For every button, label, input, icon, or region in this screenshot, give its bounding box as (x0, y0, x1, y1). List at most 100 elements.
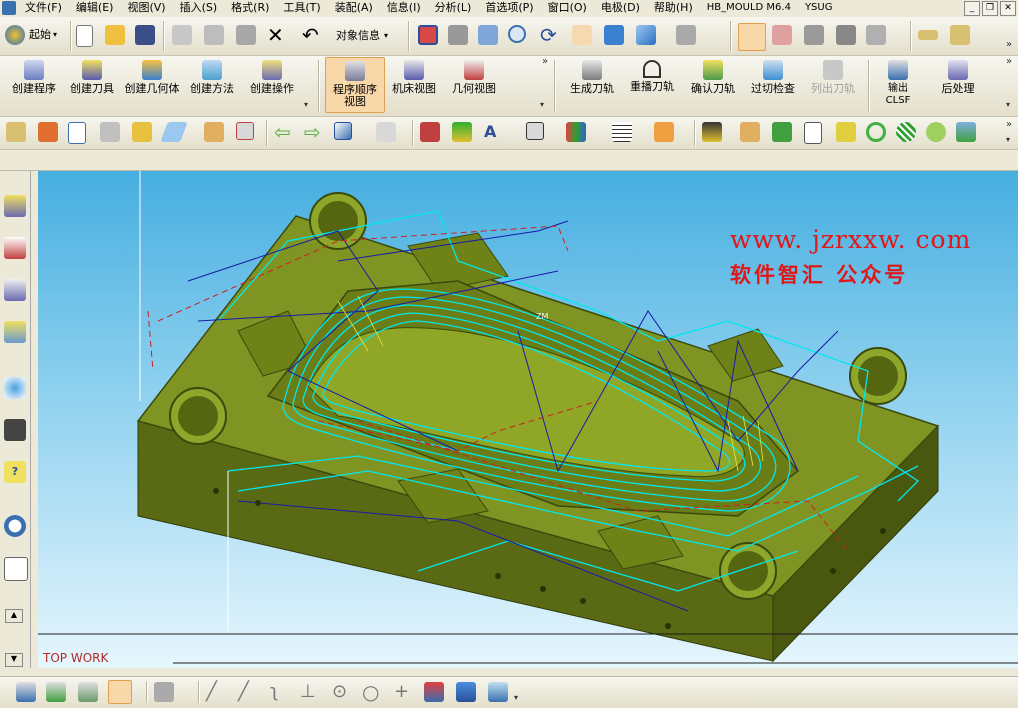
mould-base-button[interactable] (772, 122, 792, 142)
minimize-icon[interactable]: _ (964, 1, 980, 16)
line-endpoint-button[interactable]: ╱ (238, 682, 249, 702)
circle-tool-button[interactable] (866, 122, 886, 142)
circle-button[interactable]: ○ (362, 682, 379, 702)
electrode-button[interactable] (740, 122, 760, 142)
list-button[interactable] (100, 122, 120, 142)
create-method-button[interactable]: 创建方法 (183, 60, 241, 95)
snap-point-button[interactable] (108, 680, 132, 704)
back-button[interactable]: ⇦ (274, 122, 291, 142)
shaded-view-button[interactable] (604, 25, 624, 45)
document-button[interactable] (68, 122, 86, 144)
measure-distance-button[interactable] (6, 122, 26, 142)
bom-button[interactable] (836, 122, 856, 142)
table-button[interactable] (612, 122, 632, 142)
create-operation-button[interactable]: 创建操作 (243, 60, 301, 95)
layer-move-button[interactable] (78, 682, 98, 702)
palette-button[interactable] (566, 122, 586, 142)
arc-center-button[interactable]: ⊙ (332, 682, 347, 702)
surface-point-button[interactable] (488, 682, 508, 702)
paste-button[interactable] (236, 25, 256, 45)
history-icon[interactable] (4, 515, 26, 537)
training-icon[interactable] (4, 419, 26, 441)
open-file-button[interactable] (105, 25, 125, 45)
menu-info[interactable]: 信息(I) (380, 0, 428, 16)
create-program-button[interactable]: 创建程序 (4, 60, 64, 95)
output-clsf-button[interactable]: 输出CLSF (876, 60, 920, 107)
block-button[interactable] (334, 122, 352, 140)
create-tool-button[interactable]: 创建刀具 (64, 60, 120, 95)
menu-format[interactable]: 格式(R) (224, 0, 276, 16)
zoom-button[interactable] (508, 25, 526, 43)
chevron-down-icon[interactable]: ▾ (1006, 100, 1010, 109)
stripe-tool-button[interactable] (896, 122, 916, 142)
toolbar-overflow-icon[interactable]: » (1006, 56, 1012, 67)
postprocess-button[interactable]: 后处理 (930, 60, 986, 95)
snap-button[interactable] (772, 25, 792, 45)
layer-button[interactable] (836, 25, 856, 45)
reuse-library-icon[interactable] (4, 321, 26, 343)
forward-button[interactable]: ⇨ (304, 122, 321, 142)
graphics-window[interactable]: ZM www. jzrxxw. com 软件智汇 公众号 TOP WORK (38, 171, 1018, 668)
menu-tools[interactable]: 工具(T) (276, 0, 327, 16)
object-info-button[interactable]: 对象信息 ▾ (336, 27, 388, 43)
generate-toolpath-button[interactable]: 生成刀轨 (563, 60, 621, 95)
window-tool-button[interactable] (956, 122, 976, 142)
system-materials-icon[interactable] (4, 557, 28, 581)
measure-button[interactable] (918, 25, 938, 40)
point-button[interactable]: + (394, 682, 409, 702)
restore-icon[interactable]: ❐ (982, 1, 998, 16)
report-button[interactable] (804, 122, 822, 144)
scroll-down-icon[interactable]: ▼ (5, 653, 23, 667)
smiley-tool-button[interactable] (926, 122, 946, 142)
menu-hb-mould[interactable]: HB_MOULD M6.4 (700, 0, 798, 16)
line-button[interactable]: ╱ (206, 682, 217, 702)
transform-button[interactable] (376, 122, 396, 142)
zoom-area-button[interactable] (478, 25, 498, 45)
menu-insert[interactable]: 插入(S) (173, 0, 225, 16)
verify-toolpath-button[interactable]: 确认刀轨 (684, 60, 742, 95)
select-button[interactable] (738, 23, 766, 51)
render-style-button[interactable] (676, 25, 696, 45)
cut-button[interactable] (172, 25, 192, 45)
replay-toolpath-button[interactable]: 重播刀轨 (623, 60, 681, 93)
copy-button[interactable] (204, 25, 224, 45)
clipboard-button[interactable] (132, 122, 152, 142)
close-icon[interactable]: ✕ (1000, 1, 1016, 16)
rotate-button[interactable]: ⟳ (540, 25, 557, 45)
wave-button[interactable] (154, 682, 174, 702)
menu-electrode[interactable]: 电极(D) (594, 0, 647, 16)
geometry-view-button[interactable]: 几何视图 (446, 60, 502, 95)
bounded-plane-button[interactable] (456, 682, 476, 702)
color-button[interactable] (452, 122, 472, 142)
gouge-check-button[interactable]: 过切检查 (744, 60, 802, 95)
trim-button[interactable] (236, 122, 254, 140)
chevron-down-icon[interactable]: ▾ (1006, 135, 1010, 144)
menu-window[interactable]: 窗口(O) (541, 0, 594, 16)
wcs-button[interactable] (866, 25, 886, 45)
face-point-button[interactable] (424, 682, 444, 702)
toolbar-overflow-icon[interactable]: » (1006, 119, 1012, 130)
chevron-down-icon[interactable]: ▾ (514, 693, 518, 702)
undo-button[interactable]: ↶ (302, 25, 319, 45)
operation-navigator-icon[interactable] (4, 195, 26, 217)
mould-wizard-button[interactable] (702, 122, 722, 142)
menu-file[interactable]: 文件(F) (18, 0, 69, 16)
package-button[interactable] (204, 122, 224, 142)
zoom-box-button[interactable] (448, 25, 468, 45)
curve-button[interactable]: ʅ (270, 682, 278, 702)
scroll-up-icon[interactable]: ▲ (5, 609, 23, 623)
part-navigator-icon[interactable] (4, 279, 26, 301)
menu-ysug[interactable]: YSUG (798, 0, 840, 16)
fit-view-button[interactable] (418, 25, 438, 45)
menu-assembly[interactable]: 装配(A) (328, 0, 380, 16)
menu-help[interactable]: 帮助(H) (647, 0, 700, 16)
intersection-button[interactable]: ⊥ (300, 682, 316, 702)
work-layer-button[interactable] (46, 682, 66, 702)
toolbar-overflow-icon[interactable]: » (542, 56, 548, 67)
angle-button[interactable] (950, 25, 970, 45)
plane-button[interactable] (160, 122, 188, 142)
delete-button[interactable]: ✕ (267, 25, 284, 45)
save-button[interactable] (135, 25, 155, 45)
new-file-button[interactable] (76, 25, 93, 47)
orient-view-button[interactable] (636, 25, 656, 45)
